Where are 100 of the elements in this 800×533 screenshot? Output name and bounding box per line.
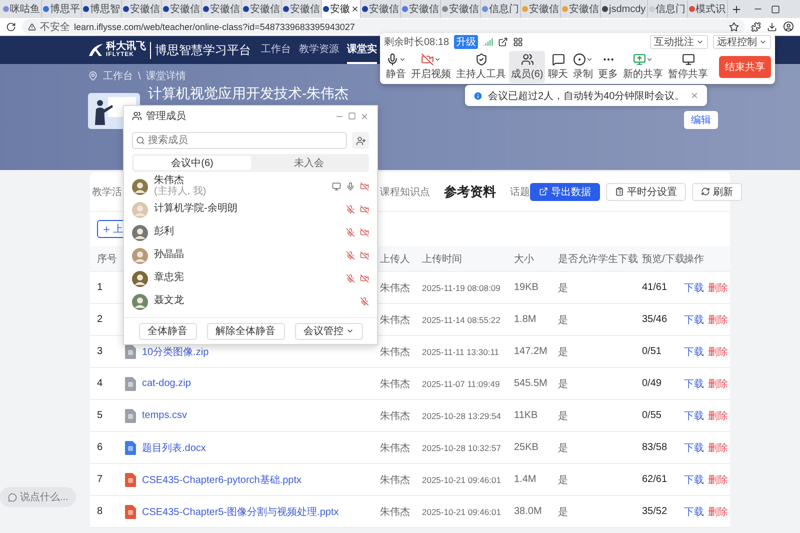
delete-link[interactable]: 删除 xyxy=(708,504,728,518)
file-icon xyxy=(125,408,136,422)
content-tab[interactable]: 教学活 xyxy=(92,184,122,198)
microphone-off-icon[interactable] xyxy=(346,205,355,214)
favicon-icon xyxy=(648,6,655,12)
content-tab[interactable]: 参考资料 xyxy=(444,182,496,200)
microphone-off-icon[interactable] xyxy=(346,228,355,237)
microphone-off-icon[interactable] xyxy=(346,251,355,260)
close-icon[interactable] xyxy=(351,5,359,13)
download-link[interactable]: 下载 xyxy=(684,408,704,422)
file-link[interactable]: temps.csv xyxy=(142,410,188,421)
comment-pill[interactable]: 说点什么... xyxy=(0,487,76,507)
toolbar-button[interactable]: 主持人工具 xyxy=(454,51,508,83)
download-link[interactable]: 下载 xyxy=(684,472,704,486)
action-button[interactable]: 平时分设置 xyxy=(606,182,686,200)
nav-item[interactable]: 教学资源 xyxy=(299,36,339,64)
edit-button[interactable]: 编辑 xyxy=(684,111,718,129)
warning-icon xyxy=(28,22,36,30)
toolbar-button[interactable]: 新的共享 xyxy=(621,51,666,83)
file-link[interactable]: 题目列表.docx xyxy=(142,440,206,454)
camera-off-icon[interactable] xyxy=(360,251,369,260)
microphone-icon[interactable] xyxy=(346,182,355,191)
table-cell-text: 1 xyxy=(97,282,104,293)
end-share-button[interactable]: 结束共享 xyxy=(719,56,771,78)
file-link[interactable]: CSE435-Chapter6-pytorch基础.pptx xyxy=(142,472,302,486)
download-link[interactable]: 下载 xyxy=(684,344,704,358)
new-tab-icon[interactable] xyxy=(730,4,742,14)
download-link[interactable]: 下载 xyxy=(684,504,704,518)
action-button[interactable]: 导出数据 xyxy=(530,182,600,200)
member-row[interactable]: 孙晶晶 xyxy=(124,244,377,267)
table-cell-text: 545.5M xyxy=(514,378,548,389)
footer-button[interactable]: 解除全体静音 xyxy=(206,322,284,340)
delete-link[interactable]: 删除 xyxy=(708,280,728,294)
download-link[interactable]: 下载 xyxy=(684,440,704,454)
record-icon xyxy=(573,53,586,66)
member-row[interactable]: 计算机学院-余明朗 xyxy=(124,198,377,221)
toolbar-button[interactable]: 聊天 xyxy=(546,51,570,83)
table-cell-text: 2025-10-21 09:46:01 xyxy=(422,474,502,484)
toolbar-dropdown-button[interactable]: 远程控制 xyxy=(713,34,771,48)
segment-tab[interactable]: 未入会 xyxy=(250,156,367,170)
external-link-icon[interactable] xyxy=(498,36,508,46)
delete-link[interactable]: 删除 xyxy=(708,312,728,326)
browser-tab[interactable]: 安徽 xyxy=(322,0,361,18)
toolbar-button[interactable]: 静音 xyxy=(384,51,408,83)
search-field[interactable]: 搜索成员 xyxy=(132,132,347,149)
content-tab[interactable]: 课程知识点 xyxy=(380,184,430,198)
upgrade-badge[interactable]: 升级 xyxy=(454,34,478,48)
file-link[interactable]: CSE435-Chapter5-图像分割与视频处理.pptx xyxy=(142,504,339,518)
toolbar-button[interactable]: 开启视频 xyxy=(409,51,453,83)
profile-icon[interactable] xyxy=(783,21,794,32)
camera-off-icon[interactable] xyxy=(360,182,369,191)
download-icon[interactable] xyxy=(767,22,777,32)
download-link[interactable]: 下载 xyxy=(684,312,704,326)
url-text: learn.iflysse.com/web/teacher/online-class?id=5487339683395943027 xyxy=(74,22,355,32)
delete-link[interactable]: 删除 xyxy=(708,408,728,422)
camera-off-icon[interactable] xyxy=(360,228,369,237)
camera-off-icon[interactable] xyxy=(360,205,369,214)
toolbar-dropdown-button[interactable]: 互动批注 xyxy=(650,34,708,48)
action-button[interactable]: 刷新 xyxy=(692,182,742,200)
table-cell-text: 是 xyxy=(558,314,569,326)
member-row[interactable]: 朱伟杰 (主持人, 我) xyxy=(124,175,377,198)
favicon-icon xyxy=(688,6,695,12)
table-cell-text: 41/61 xyxy=(642,282,668,293)
address-field[interactable]: 不安全 learn.iflysse.com/web/teacher/online-class?id=5487339683395943027 xyxy=(22,19,745,34)
column-header: 操作 xyxy=(684,252,705,266)
camera-off-icon[interactable] xyxy=(360,274,369,283)
toolbar-button[interactable]: 更多 xyxy=(596,51,620,83)
toolbar-button[interactable]: 录制 xyxy=(571,51,596,83)
segment-tab[interactable]: 会议中(6) xyxy=(134,156,250,170)
table-cell-text: 19KB xyxy=(514,282,540,293)
delete-link[interactable]: 删除 xyxy=(708,376,728,390)
reload-icon[interactable] xyxy=(6,22,16,32)
table-cell-text: 25KB xyxy=(514,442,540,453)
favicon-icon xyxy=(442,6,448,12)
file-link[interactable]: cat-dog.zip xyxy=(142,378,191,389)
meeting-control-button[interactable]: 会议管控 xyxy=(294,322,362,340)
table-cell-text: 3 xyxy=(97,346,104,357)
grid-icon[interactable] xyxy=(513,36,524,46)
table-cell-text: 是 xyxy=(558,474,569,486)
extension-icon[interactable] xyxy=(751,22,761,32)
content-tab[interactable]: 话题 xyxy=(510,184,530,198)
toolbar-button[interactable]: 暂停共享 xyxy=(666,51,710,83)
maximize-icon[interactable] xyxy=(771,4,780,14)
delete-link[interactable]: 删除 xyxy=(708,472,728,486)
favicon-icon xyxy=(562,6,568,12)
table-cell-text: 35/46 xyxy=(642,314,668,325)
footer-button[interactable]: 全体静音 xyxy=(138,322,196,340)
delete-link[interactable]: 删除 xyxy=(708,440,728,454)
member-row[interactable]: 章忠宪 xyxy=(124,267,377,290)
download-link[interactable]: 下载 xyxy=(684,376,704,390)
file-link[interactable]: 10分类图像.zip xyxy=(142,344,209,358)
member-row[interactable]: 聂文龙 xyxy=(124,290,377,313)
microphone-off-icon[interactable] xyxy=(360,297,369,306)
add-member-button[interactable] xyxy=(352,132,369,149)
star-icon[interactable] xyxy=(729,22,739,32)
nav-item[interactable]: 工作台 xyxy=(261,36,291,64)
download-link[interactable]: 下载 xyxy=(684,280,704,294)
microphone-off-icon[interactable] xyxy=(346,274,355,283)
toolbar-button[interactable]: 成员(6) xyxy=(509,51,546,83)
delete-link[interactable]: 删除 xyxy=(708,344,728,358)
